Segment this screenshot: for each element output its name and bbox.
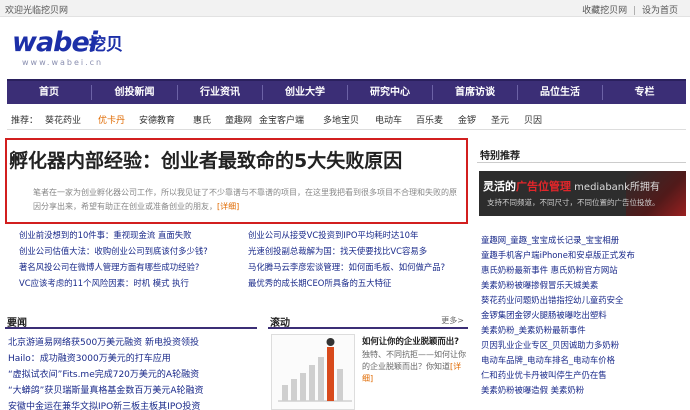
headline-box: 孵化器内部经验：创业者最致命的5大失败原因 笔者在一家为创业孵化器公司工作，所以… [5, 138, 468, 224]
ad-headline-c: mediabank所拥有 [571, 182, 660, 193]
set-homepage-link[interactable]: 设为首页 [642, 6, 678, 16]
scroll-title: 滚动 [270, 318, 290, 329]
news-link[interactable]: 创业公司估值大法：收购创业公司到底该付多少钱? [19, 245, 208, 257]
recommend-label: 推荐： [11, 116, 39, 126]
welcome-text: 欢迎光临挖贝网 [5, 6, 69, 16]
recommend-link[interactable]: 多地宝贝 [323, 113, 359, 126]
yaowen-item[interactable]: Hailo：成功融资3000万美元的打车应用 [8, 351, 171, 364]
news-link[interactable]: 最优秀的成长期CEO所具备的五大特征 [248, 277, 391, 289]
recommend-link[interactable]: 葵花药业 [45, 113, 81, 126]
ad-headline-b: 广告位管理 [516, 180, 571, 193]
nav-item-news[interactable]: 创投新闻 [92, 81, 177, 104]
nav-item-research[interactable]: 研究中心 [348, 81, 432, 104]
recommend-list-item[interactable]: 美素奶粉被曝造假 美素奶粉 [481, 384, 584, 396]
yaowen-item[interactable]: 北京游道易网络获500万美元融资 新电投资领投 [8, 335, 199, 348]
headline-summary: 笔者在一家为创业孵化器公司工作，所以我见证了不少靠谱与不靠谱的项目，在这里我把看… [33, 186, 463, 214]
logo-url: www.wabei.cn [22, 58, 104, 67]
news-link[interactable]: 创业前没想到的10件事：重视现金流 直面失败 [19, 229, 191, 241]
top-bar: 欢迎光临挖贝网 收藏挖贝网 | 设为首页 [0, 0, 690, 17]
news-link[interactable]: 创业公司从接受VC投资到IPO平均耗时达10年 [248, 229, 418, 241]
nav-item-lifestyle[interactable]: 品位生活 [518, 81, 602, 104]
headline-title[interactable]: 孵化器内部经验：创业者最致命的5大失败原因 [9, 146, 402, 173]
yaowen-item[interactable]: 安徽中金运在兼华文拟IPO新三板主板其IPO投资 [8, 399, 200, 410]
ad-subtext: 支持不同频道，不同尺寸，不同位置的广告位投放。 [487, 198, 660, 207]
business-chart-image[interactable] [271, 334, 355, 410]
rising-bars-illustration [272, 335, 354, 409]
nav-item-column[interactable]: 专栏 [603, 81, 686, 104]
top-separator: | [633, 6, 637, 16]
news-link[interactable]: VC应该考虑的11个风险因素：时机 模式 执行 [19, 277, 189, 289]
ad-headline-a: 灵活的 [483, 180, 516, 193]
recommend-list-item[interactable]: 贝因乳业企业专区_贝因诚助力多奶粉 [481, 339, 619, 351]
recommend-bar: 推荐： 葵花药业 优卡丹 安德教育 惠氏 童趣网 金宝客户端 多地宝贝 电动车 … [7, 108, 686, 130]
recommend-link[interactable]: 安德教育 [139, 113, 175, 126]
recommend-list-item[interactable]: 葵花药业问题奶出错指控幼儿童药安全 [481, 294, 623, 306]
yaowen-header: 要闻 [5, 311, 257, 329]
recommend-link[interactable]: 圣元 [491, 113, 509, 126]
yaowen-title: 要闻 [7, 318, 27, 329]
recommend-list-item[interactable]: 金锣集团金锣火腿肠被曝吃出塑料 [481, 309, 607, 321]
recommend-link[interactable]: 贝因 [524, 113, 542, 126]
scroll-more-link[interactable]: 更多> [441, 315, 464, 326]
recommend-list-item[interactable]: 美素奶粉被曝掺假冒乐天城美素 [481, 279, 598, 291]
scroll-pic-title[interactable]: 如何让你的企业脱颖而出? [362, 335, 459, 347]
recommend-link[interactable]: 百乐麦 [416, 113, 443, 126]
scroll-header: 滚动 更多> [268, 311, 468, 329]
top-links: 收藏挖贝网 | 设为首页 [582, 3, 678, 16]
nav-item-home[interactable]: 首页 [7, 81, 91, 104]
scroll-pic-desc: 独特、不同抗拒——如何让你的企业脱颖而出？你知道[详细] [362, 349, 466, 385]
recommend-list-item[interactable]: 惠氏奶粉最新事件 惠氏奶粉官方网站 [481, 264, 618, 276]
recommend-list-item[interactable]: 仁和药业优卡丹被叫停生产仍在售 [481, 369, 607, 381]
nav-item-university[interactable]: 创业大学 [263, 81, 347, 104]
logo-brand-cn: 挖贝 [89, 35, 123, 55]
special-recommend-header: 特别推荐 [477, 143, 686, 163]
recommend-list-item[interactable]: 美素奶粉_美素奶粉最新事件 [481, 324, 586, 336]
news-link[interactable]: 光速创投副总裁解为国：找天使要找比VC容易多 [248, 245, 427, 257]
nav-item-industry[interactable]: 行业资讯 [178, 81, 262, 104]
news-link[interactable]: 著名风投公司在微博人管理方面有哪些成功经验? [19, 261, 199, 273]
main-nav: 首页 创投新闻 行业资讯 创业大学 研究中心 首席访谈 品位生活 专栏 [7, 79, 686, 104]
recommend-list-item[interactable]: 电动车品牌_电动车排名_电动车价格 [481, 354, 615, 366]
headline-more-link[interactable]: [详细] [217, 202, 239, 211]
recommend-link-hot[interactable]: 优卡丹 [98, 113, 125, 126]
yaowen-item[interactable]: “虚拟试衣间”Fits.me完成720万美元的A轮融资 [8, 367, 199, 380]
recommend-link[interactable]: 金锣 [458, 113, 476, 126]
recommend-link[interactable]: 电动车 [375, 113, 402, 126]
recommend-link[interactable]: 童趣网 [225, 113, 252, 126]
yaowen-item[interactable]: “大蟒鸽”获贝瑞斯量真格基金数百万美元A轮融资 [8, 383, 203, 396]
news-link[interactable]: 马化腾马云李彦宏谈管理：如何面毛板、如何做产品? [248, 261, 445, 273]
nav-item-interview[interactable]: 首席访谈 [433, 81, 517, 104]
recommend-list-item[interactable]: 童趣网_童趣_宝宝成长记录_宝宝相册 [481, 234, 619, 246]
special-recommend-title: 特别推荐 [480, 151, 520, 162]
recommend-link[interactable]: 惠氏 [193, 113, 211, 126]
site-logo[interactable]: wabei 挖贝 www.wabei.cn [12, 28, 142, 70]
headline-summary-text: 笔者在一家为创业孵化器公司工作，所以我见证了不少靠谱与不靠谱的项目，在这里我把看… [33, 188, 457, 211]
logo-brand: wabei [12, 27, 98, 58]
mediabank-ad-banner[interactable]: 灵活的广告位管理 mediabank所拥有 支持不同频道，不同尺寸，不同位置的广… [479, 171, 686, 216]
recommend-list-item[interactable]: 童趣手机客户端iPhone和安卓版正式发布 [481, 249, 635, 261]
bookmark-link[interactable]: 收藏挖贝网 [582, 6, 627, 16]
recommend-link[interactable]: 金宝客户端 [259, 113, 304, 126]
ad-headline: 灵活的广告位管理 mediabank所拥有 [483, 178, 660, 194]
